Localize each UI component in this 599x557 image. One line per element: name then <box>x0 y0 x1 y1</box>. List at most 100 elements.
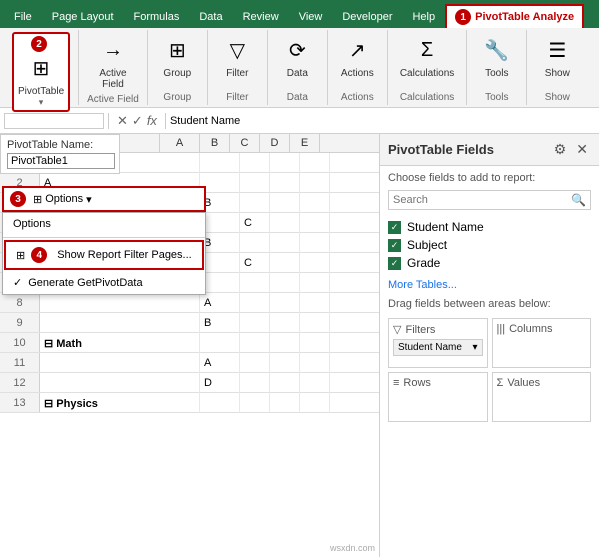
tab-formulas[interactable]: Formulas <box>124 6 190 28</box>
cell-7-d[interactable] <box>270 273 300 293</box>
tab-developer[interactable]: Developer <box>332 6 402 28</box>
cell-13-c[interactable] <box>240 393 270 413</box>
col-b[interactable]: B <box>200 134 230 152</box>
pivot-name-input[interactable] <box>7 153 115 169</box>
cell-7-b[interactable] <box>200 273 240 293</box>
cell-1-d[interactable] <box>270 153 300 173</box>
search-input[interactable] <box>393 194 571 206</box>
actions-button[interactable]: ↗ Actions <box>337 32 378 81</box>
filter-dropdown-arrow[interactable]: ▾ <box>472 342 477 353</box>
cell-12-b[interactable]: D <box>200 373 240 393</box>
cell-9-c[interactable] <box>240 313 270 333</box>
cell-9-a[interactable] <box>40 313 200 333</box>
cell-8-a[interactable] <box>40 293 200 313</box>
cell-3-c[interactable] <box>240 193 270 213</box>
cell-11-b[interactable]: A <box>200 353 240 373</box>
cell-4-e[interactable] <box>300 213 330 233</box>
cell-13-b[interactable] <box>200 393 240 413</box>
tab-review[interactable]: Review <box>233 6 289 28</box>
tab-pivottable-analyze[interactable]: 1 PivotTable Analyze <box>445 4 584 28</box>
cell-12-d[interactable] <box>270 373 300 393</box>
cell-5-e[interactable] <box>300 233 330 253</box>
filter-button[interactable]: ▽ Filter <box>217 32 257 81</box>
checkbox-student-name[interactable]: ✓ <box>388 221 401 234</box>
cell-8-c[interactable] <box>240 293 270 313</box>
cell-9-b[interactable]: B <box>200 313 240 333</box>
cell-5-d[interactable] <box>270 233 300 253</box>
menu-item-report-filter[interactable]: ⊞ 4 Show Report Filter Pages... <box>4 240 204 270</box>
group-button[interactable]: ⊞ Group <box>157 32 197 81</box>
cell-7-c[interactable] <box>240 273 270 293</box>
cell-2-e[interactable] <box>300 173 330 193</box>
cell-3-b[interactable]: B <box>200 193 240 213</box>
tab-help[interactable]: Help <box>402 6 445 28</box>
field-item-student-name[interactable]: ✓ Student Name <box>388 218 591 236</box>
data-button[interactable]: ⟳ Data <box>277 32 317 81</box>
field-item-subject[interactable]: ✓ Subject <box>388 236 591 254</box>
cell-12-a[interactable] <box>40 373 200 393</box>
more-tables-link[interactable]: More Tables... <box>380 276 599 294</box>
cell-3-d[interactable] <box>270 193 300 213</box>
tab-view[interactable]: View <box>289 6 333 28</box>
tab-file[interactable]: File <box>4 6 42 28</box>
name-box[interactable] <box>4 113 104 129</box>
cell-11-e[interactable] <box>300 353 330 373</box>
cell-10-b[interactable] <box>200 333 240 353</box>
cell-5-c[interactable] <box>240 233 270 253</box>
cell-8-d[interactable] <box>270 293 300 313</box>
panel-close-icon[interactable]: ✕ <box>573 140 591 159</box>
function-icon[interactable]: fx <box>147 113 157 129</box>
tab-page-layout[interactable]: Page Layout <box>42 6 124 28</box>
menu-item-options[interactable]: Options <box>3 213 205 235</box>
field-item-grade[interactable]: ✓ Grade <box>388 254 591 272</box>
cell-11-d[interactable] <box>270 353 300 373</box>
cell-1-e[interactable] <box>300 153 330 173</box>
col-d[interactable]: D <box>260 134 290 152</box>
cell-4-b[interactable] <box>200 213 240 233</box>
cell-8-b[interactable]: A <box>200 293 240 313</box>
cell-13-d[interactable] <box>270 393 300 413</box>
cell-6-d[interactable] <box>270 253 300 273</box>
cell-2-b[interactable] <box>200 173 240 193</box>
tab-data[interactable]: Data <box>189 6 232 28</box>
cancel-icon[interactable]: ✕ <box>117 113 128 129</box>
cell-12-e[interactable] <box>300 373 330 393</box>
pivottable-button[interactable]: 2 ⊞ PivotTable ▾ <box>12 32 70 112</box>
options-button[interactable]: 3 ⊞ Options ▾ <box>2 186 206 212</box>
tools-button[interactable]: 🔧 Tools <box>477 32 517 81</box>
cell-10-c[interactable] <box>240 333 270 353</box>
cell-10-d[interactable] <box>270 333 300 353</box>
cell-6-c[interactable]: C <box>240 253 270 273</box>
cell-7-e[interactable] <box>300 273 330 293</box>
cell-10-a[interactable]: ⊟ Math <box>40 333 200 353</box>
cell-5-b[interactable]: B <box>200 233 240 253</box>
cell-2-c[interactable] <box>240 173 270 193</box>
col-a[interactable]: A <box>160 134 200 152</box>
cell-1-c[interactable] <box>240 153 270 173</box>
cell-3-e[interactable] <box>300 193 330 213</box>
filter-value-student-name[interactable]: Student Name ▾ <box>393 339 483 356</box>
confirm-icon[interactable]: ✓ <box>132 113 143 129</box>
cell-6-e[interactable] <box>300 253 330 273</box>
cell-11-c[interactable] <box>240 353 270 373</box>
cell-4-d[interactable] <box>270 213 300 233</box>
checkbox-grade[interactable]: ✓ <box>388 257 401 270</box>
panel-settings-icon[interactable]: ⚙ <box>551 140 570 159</box>
cell-6-b[interactable] <box>200 253 240 273</box>
cell-9-d[interactable] <box>270 313 300 333</box>
cell-13-e[interactable] <box>300 393 330 413</box>
show-button[interactable]: ☰ Show <box>537 32 577 81</box>
active-button[interactable]: → ActiveField <box>93 32 133 92</box>
cell-13-a[interactable]: ⊟ Physics <box>40 393 200 413</box>
cell-1-b[interactable] <box>200 153 240 173</box>
col-e[interactable]: E <box>290 134 320 152</box>
cell-10-e[interactable] <box>300 333 330 353</box>
col-c[interactable]: C <box>230 134 260 152</box>
calculations-button[interactable]: Σ Calculations <box>396 32 458 81</box>
cell-2-d[interactable] <box>270 173 300 193</box>
cell-11-a[interactable] <box>40 353 200 373</box>
cell-9-e[interactable] <box>300 313 330 333</box>
menu-item-getpivotdata[interactable]: ✓ Generate GetPivotData <box>3 271 205 294</box>
checkbox-subject[interactable]: ✓ <box>388 239 401 252</box>
cell-4-c[interactable]: C <box>240 213 270 233</box>
